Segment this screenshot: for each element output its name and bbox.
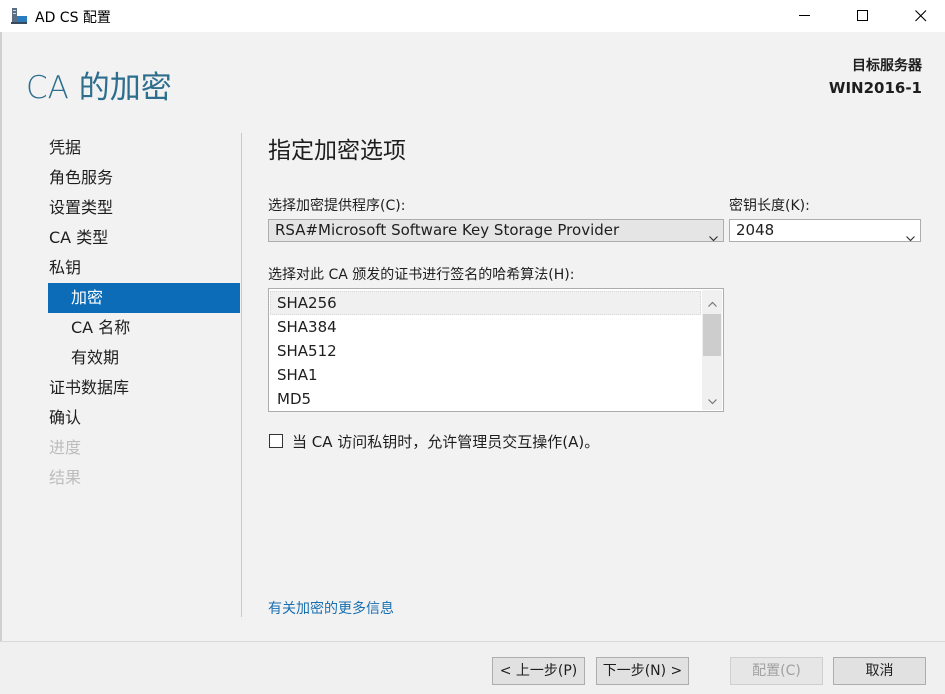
next-button[interactable]: 下一步(N) > (596, 657, 689, 685)
nav-divider (241, 133, 242, 617)
nav-item-validity-period[interactable]: 有效期 (48, 343, 240, 373)
chevron-down-icon (906, 227, 915, 248)
nav-item-setup-type[interactable]: 设置类型 (48, 193, 240, 223)
key-length-label: 密钥长度(K): (729, 198, 810, 214)
maximize-button[interactable] (840, 0, 886, 32)
server-manager-icon (10, 7, 28, 25)
admin-interaction-option[interactable]: 当 CA 访问私钥时，允许管理员交互操作(A)。 (269, 432, 600, 451)
back-button[interactable]: < 上一步(P) (492, 657, 585, 685)
section-title: 指定加密选项 (268, 138, 406, 164)
list-item[interactable]: MD5 (270, 387, 701, 411)
hash-algorithm-label: 选择对此 CA 颁发的证书进行签名的哈希算法(H): (268, 267, 575, 283)
list-item[interactable]: SHA1 (270, 363, 701, 387)
maximize-icon (857, 10, 869, 22)
more-info-link[interactable]: 有关加密的更多信息 (268, 598, 394, 618)
nav-item-confirmation[interactable]: 确认 (48, 403, 240, 433)
target-server-label: 目标服务器 (852, 58, 922, 74)
scroll-up-button[interactable] (702, 290, 722, 312)
close-button[interactable] (898, 0, 944, 32)
wizard-nav: 凭据 角色服务 设置类型 CA 类型 私钥 加密 CA 名称 有效期 证书数据库… (48, 133, 240, 493)
chevron-down-icon (707, 390, 717, 409)
minimize-button[interactable] (782, 0, 828, 32)
list-item[interactable]: SHA512 (270, 339, 701, 363)
chevron-up-icon (707, 292, 717, 311)
crypto-provider-select[interactable]: RSA#Microsoft Software Key Storage Provi… (268, 219, 724, 242)
nav-item-certificate-database[interactable]: 证书数据库 (48, 373, 240, 403)
list-item[interactable]: SHA384 (270, 315, 701, 339)
configure-button: 配置(C) (730, 657, 823, 685)
nav-item-ca-type[interactable]: CA 类型 (48, 223, 240, 253)
vertical-scrollbar[interactable] (702, 290, 722, 410)
admin-interaction-label: 当 CA 访问私钥时，允许管理员交互操作(A)。 (292, 432, 600, 451)
nav-item-progress: 进度 (49, 438, 82, 457)
list-item[interactable]: SHA256 (270, 291, 701, 315)
nav-item-credentials[interactable]: 凭据 (48, 133, 240, 163)
page-title: CA 的加密 (26, 70, 172, 106)
crypto-provider-value: RSA#Microsoft Software Key Storage Provi… (275, 221, 620, 239)
nav-item-private-key[interactable]: 私钥 (48, 253, 240, 283)
key-length-value: 2048 (736, 221, 775, 239)
window-left-edge (0, 32, 2, 693)
title-bar: AD CS 配置 (0, 0, 945, 32)
nav-item-results: 结果 (49, 468, 82, 487)
chevron-down-icon (709, 227, 718, 248)
admin-interaction-checkbox[interactable] (269, 434, 283, 448)
key-length-select[interactable]: 2048 (729, 219, 921, 242)
footer-bar: < 上一步(P) 下一步(N) > 配置(C) 取消 (0, 641, 945, 694)
scroll-thumb[interactable] (703, 314, 721, 356)
close-icon (915, 10, 927, 22)
scroll-down-button[interactable] (702, 388, 722, 410)
nav-item-cryptography[interactable]: 加密 (48, 283, 240, 313)
cancel-button[interactable]: 取消 (833, 657, 926, 685)
hash-algorithm-list[interactable]: SHA256 SHA384 SHA512 SHA1 MD5 (268, 288, 724, 412)
target-server-name: WIN2016-1 (828, 79, 922, 97)
window-title: AD CS 配置 (35, 10, 111, 26)
nav-item-role-services[interactable]: 角色服务 (48, 163, 240, 193)
minimize-icon (799, 15, 811, 17)
provider-label: 选择加密提供程序(C): (268, 198, 406, 214)
nav-item-ca-name[interactable]: CA 名称 (48, 313, 240, 343)
